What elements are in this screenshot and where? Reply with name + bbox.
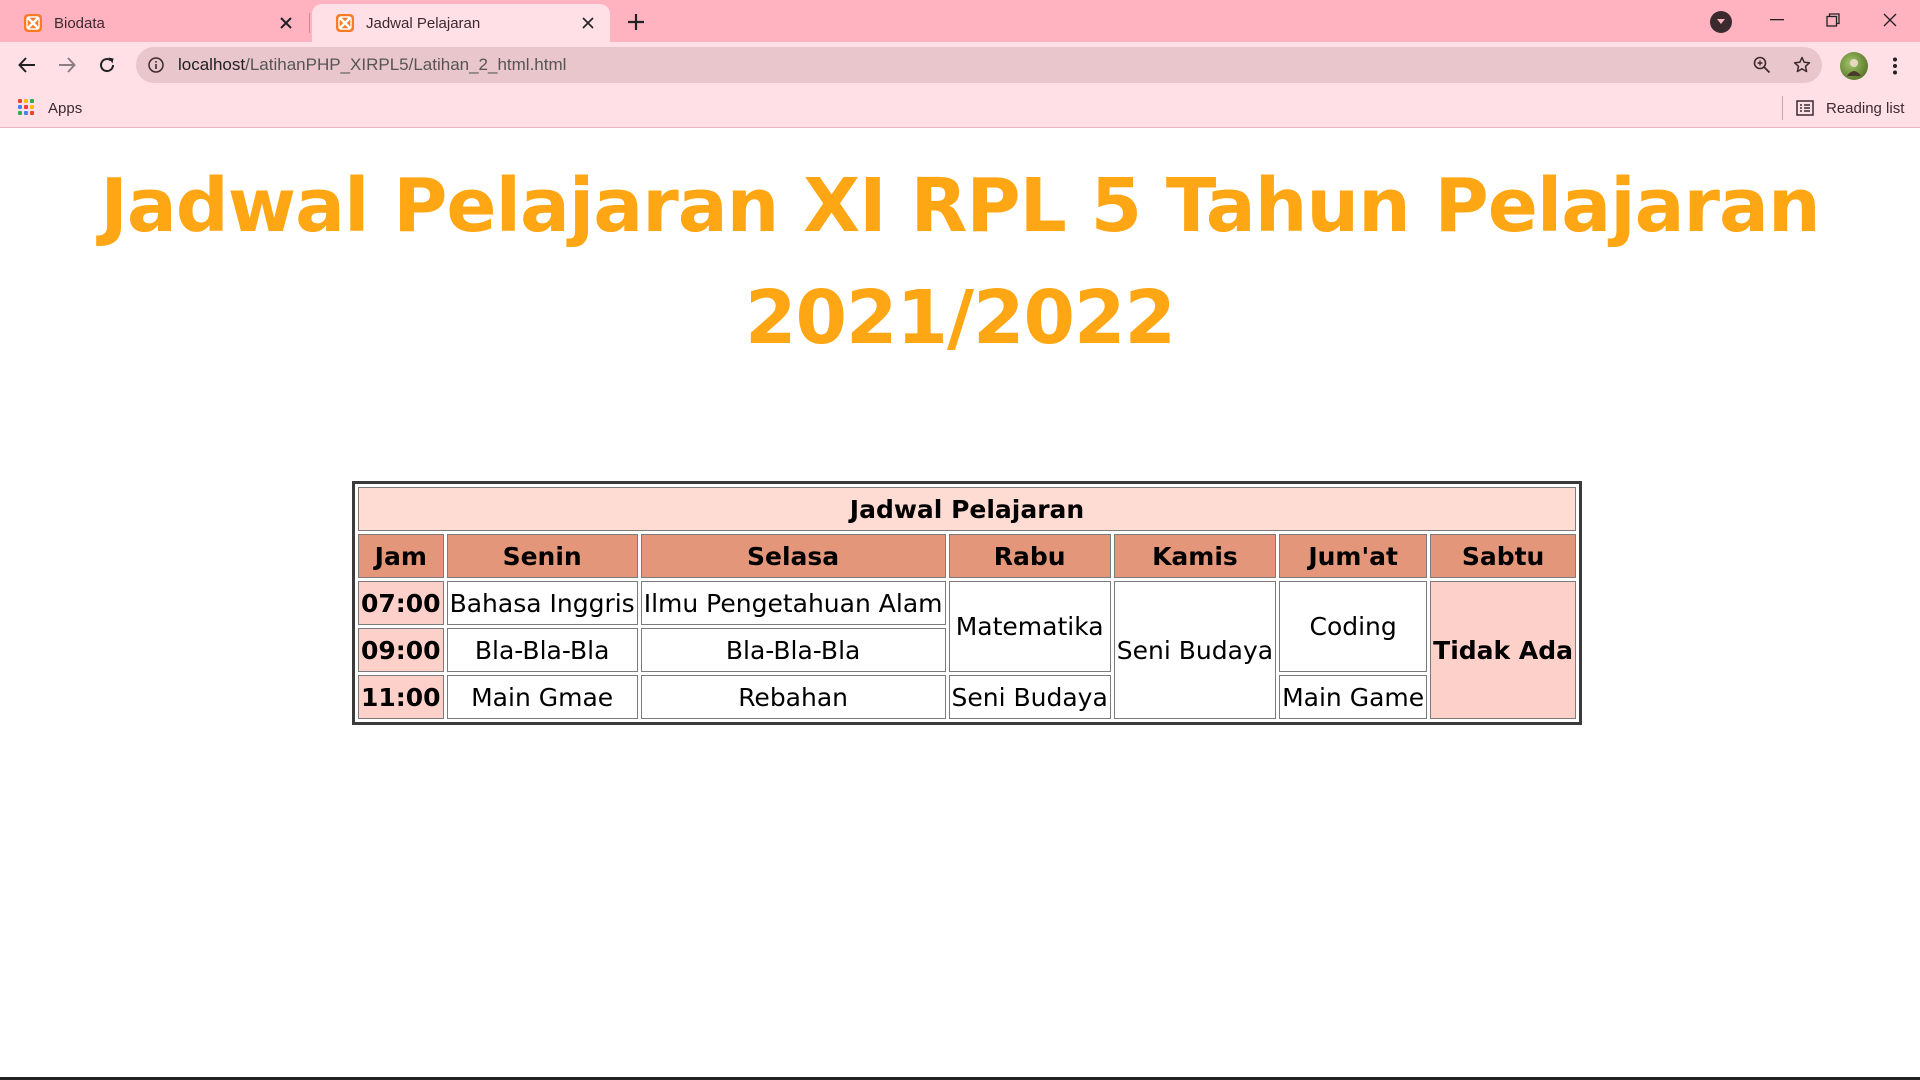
bookmarks-bar: Apps Reading list [0,88,1920,128]
selasa-cell: Bla-Bla-Bla [640,628,946,672]
xampp-favicon-icon [24,14,42,32]
table-caption: Jadwal Pelajaran [358,487,1576,531]
apps-grid-icon [18,99,36,117]
tab-title: Biodata [54,14,105,32]
close-window-icon[interactable] [1862,0,1918,40]
navigation-toolbar: localhost/LatihanPHP_XIRPL5/Latihan_2_ht… [0,42,1920,88]
senin-cell: Bahasa Inggris [446,581,638,625]
more-menu-icon[interactable] [1880,50,1910,82]
url-path: /LatihanPHP_XIRPL5/Latihan_2_html.html [245,55,567,74]
tab-strip: Biodata Jadwal Pelajaran [0,0,1920,42]
url-host: localhost [178,55,246,74]
tab-divider [309,13,310,33]
apps-label: Apps [48,99,83,117]
header-kamis: Kamis [1113,534,1277,578]
zoom-icon[interactable] [1752,55,1772,75]
close-tab-icon[interactable] [578,13,598,33]
schedule-table: Jadwal Pelajaran Jam Senin Selasa Rabu K… [352,481,1582,725]
header-row: Jam Senin Selasa Rabu Kamis Jum'at Sabtu [358,534,1576,578]
tab-biodata[interactable]: Biodata [0,4,308,42]
header-jumat: Jum'at [1279,534,1428,578]
bookmarks-divider [1782,96,1783,120]
browser-chrome: Biodata Jadwal Pelajaran localhost/Latih… [0,0,1920,128]
table-row: 07:00 Bahasa Inggris Ilmu Pengetahuan Al… [358,581,1576,719]
page-title: Jadwal Pelajaran XI RPL 5 Tahun Pelajara… [100,163,1820,361]
address-bar[interactable]: localhost/LatihanPHP_XIRPL5/Latihan_2_ht… [136,47,1822,83]
caption-row: Jadwal Pelajaran [358,487,1576,531]
jumat-cell: Coding [1279,581,1428,672]
selasa-cell: Ilmu Pengetahuan Alam [640,581,946,625]
rabu-cell: Matematika [948,581,1111,672]
restore-window-icon[interactable] [1805,0,1861,40]
profile-avatar[interactable] [1840,52,1868,80]
tab-title: Jadwal Pelajaran [366,14,481,32]
sabtu-cell: Tidak Ada [1430,581,1576,719]
rabu-cell: Seni Budaya [948,675,1111,719]
jumat-cell: Main Game [1279,675,1428,719]
jam-cell: 11:00 [358,675,444,719]
forward-arrow-icon[interactable] [51,49,83,81]
bookmark-star-icon[interactable] [1792,55,1812,75]
jam-cell: 09:00 [358,628,444,672]
header-senin: Senin [446,534,638,578]
table-row: 11:00 Main Gmae Rebahan Seni Budaya Main… [358,675,1576,719]
tab-search-chevron-icon[interactable] [1710,11,1732,33]
xampp-favicon-icon [336,14,354,32]
header-jam: Jam [358,534,444,578]
apps-shortcut[interactable]: Apps [18,96,82,120]
reading-list-button[interactable]: Reading list [1796,96,1904,120]
back-arrow-icon[interactable] [11,49,43,81]
minimize-icon[interactable] [1749,0,1805,40]
site-info-icon[interactable] [146,55,166,75]
header-selasa: Selasa [640,534,946,578]
senin-cell: Bla-Bla-Bla [446,628,638,672]
reading-list-icon [1796,100,1814,116]
close-tab-icon[interactable] [276,13,296,33]
tab-jadwal-pelajaran[interactable]: Jadwal Pelajaran [312,4,610,42]
header-rabu: Rabu [948,534,1111,578]
url-text: localhost/LatihanPHP_XIRPL5/Latihan_2_ht… [178,47,566,83]
senin-cell: Main Gmae [446,675,638,719]
selasa-cell: Rebahan [640,675,946,719]
reload-icon[interactable] [91,49,123,81]
kamis-cell: Seni Budaya [1113,581,1277,719]
new-tab-plus-icon[interactable] [622,8,650,36]
reading-list-label: Reading list [1826,99,1905,117]
header-sabtu: Sabtu [1430,534,1576,578]
jam-cell: 07:00 [358,581,444,625]
